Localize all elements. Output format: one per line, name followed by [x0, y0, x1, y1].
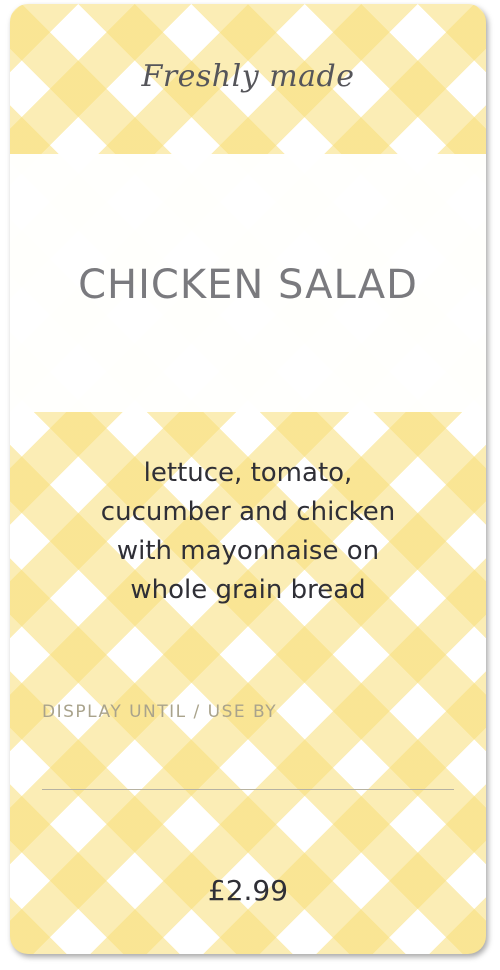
ingredients-line: with mayonnaise on [116, 536, 380, 566]
display-until-label: DISPLAY UNTIL / USE BY [42, 702, 278, 722]
date-write-line [42, 789, 454, 790]
price: £2.99 [207, 874, 289, 907]
product-name: CHICKEN SALAD [78, 262, 418, 308]
food-label: Freshly made CHICKEN SALAD lettuce, toma… [10, 4, 486, 954]
ingredients: lettuce, tomato, cucumber and chicken wi… [50, 454, 446, 610]
ingredients-line: lettuce, tomato, [143, 458, 353, 488]
ingredients-line: whole grain bread [130, 575, 366, 605]
ingredients-line: cucumber and chicken [100, 497, 396, 527]
tagline: Freshly made [141, 59, 355, 94]
